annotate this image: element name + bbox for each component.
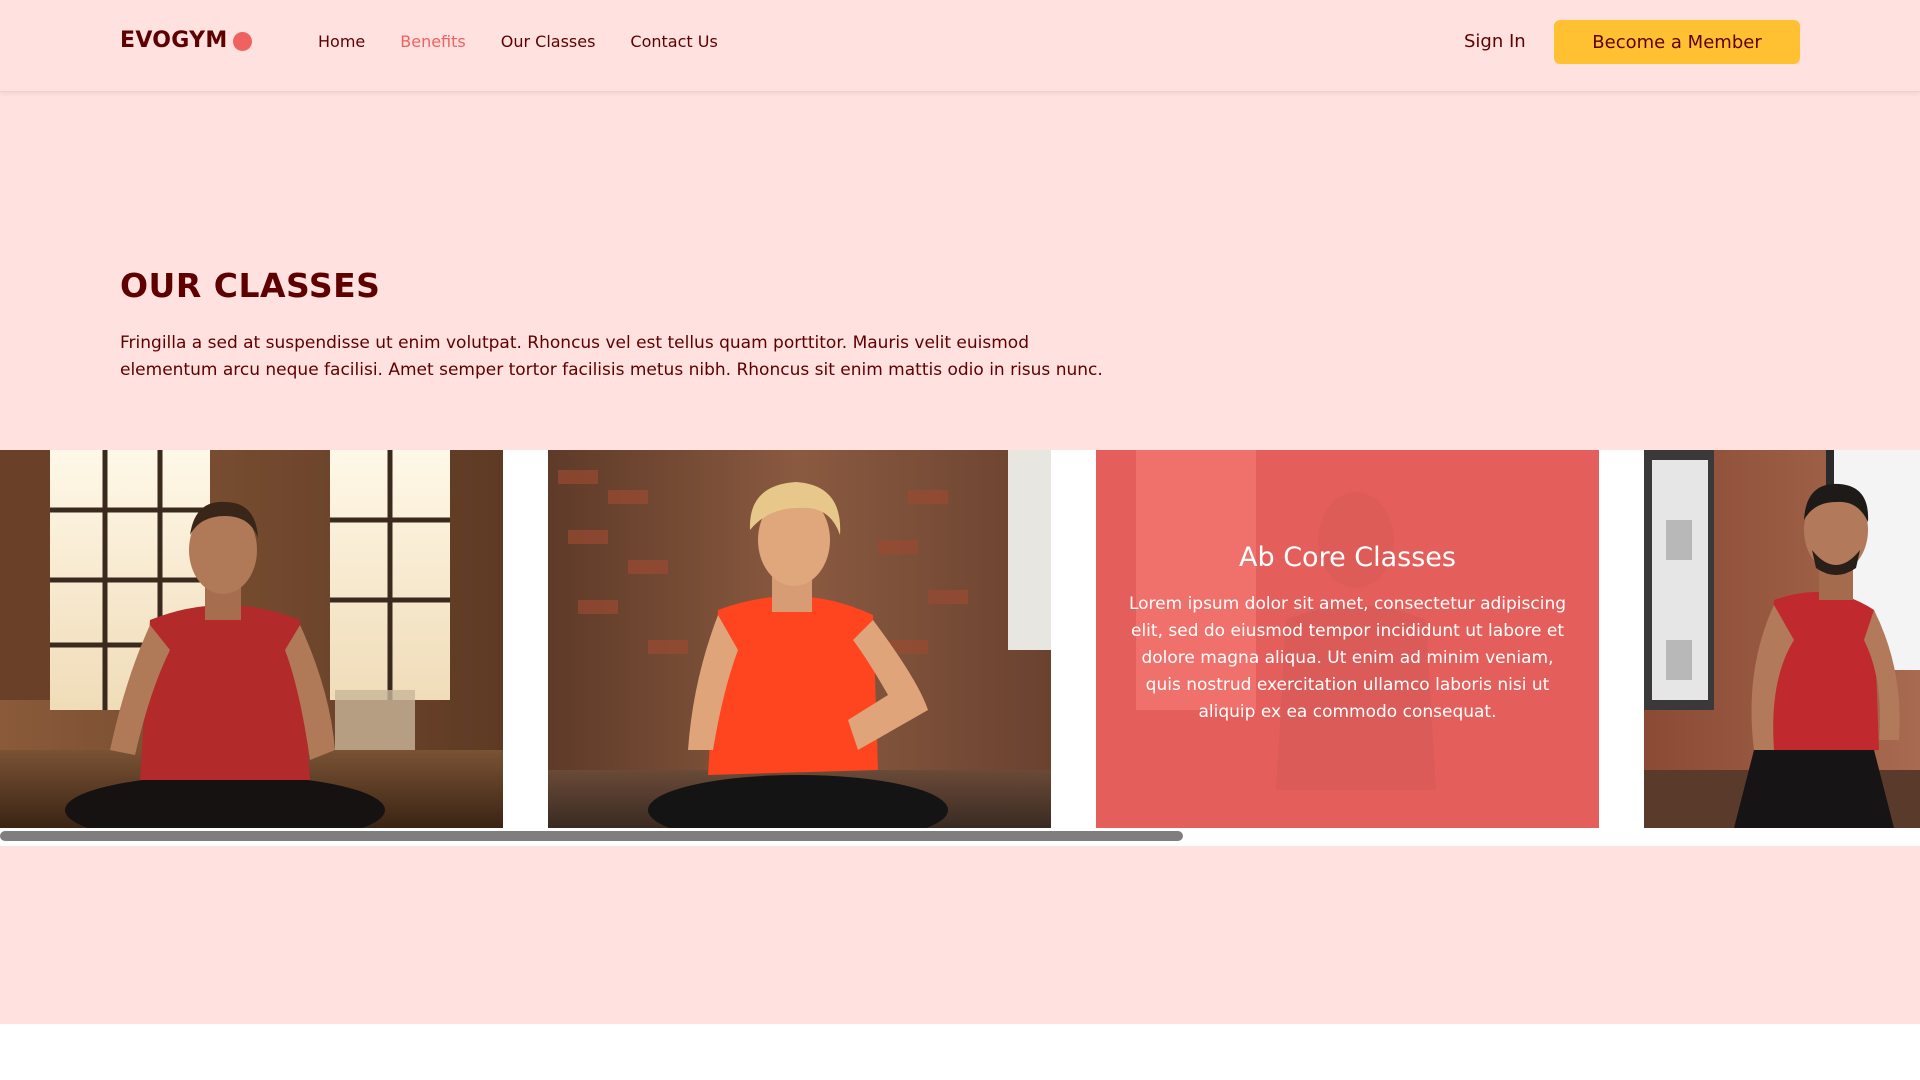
nav-link-benefits[interactable]: Benefits xyxy=(400,32,466,51)
section-title: OUR CLASSES xyxy=(120,266,381,305)
class-card[interactable]: Ab Core Classes Lorem ipsum dolor sit am… xyxy=(1096,450,1599,828)
nav-link-contact-us[interactable]: Contact Us xyxy=(630,32,717,51)
class-card[interactable] xyxy=(548,450,1051,828)
logo-text: EVOGYM xyxy=(120,28,228,53)
class-card[interactable] xyxy=(0,450,503,828)
class-photo-1 xyxy=(0,450,503,828)
class-card-title: Ab Core Classes xyxy=(1239,542,1456,573)
page: EVOGYM Home Benefits Our Classes Contact… xyxy=(0,0,1920,1080)
carousel-scrollbar-thumb[interactable] xyxy=(0,831,1183,841)
classes-carousel[interactable]: Ab Core Classes Lorem ipsum dolor sit am… xyxy=(0,450,1920,846)
class-card-text: Lorem ipsum dolor sit amet, consectetur … xyxy=(1128,594,1567,722)
class-photo-4 xyxy=(1644,450,1920,828)
class-card[interactable] xyxy=(1644,450,1920,828)
nav-link-home[interactable]: Home xyxy=(318,32,365,51)
navbar: EVOGYM Home Benefits Our Classes Contact… xyxy=(0,0,1920,92)
sign-in-link[interactable]: Sign In xyxy=(1464,31,1526,52)
class-card-overlay: Ab Core Classes Lorem ipsum dolor sit am… xyxy=(1096,450,1599,828)
section-description: Fringilla a sed at suspendisse ut enim v… xyxy=(120,333,1103,380)
class-photo-2 xyxy=(548,450,1051,828)
nav-links: Home Benefits Our Classes Contact Us xyxy=(318,32,718,51)
logo-dot-icon xyxy=(232,31,252,51)
become-member-button[interactable]: Become a Member xyxy=(1554,20,1800,64)
logo[interactable]: EVOGYM xyxy=(120,28,252,53)
nav-link-our-classes[interactable]: Our Classes xyxy=(501,32,596,51)
